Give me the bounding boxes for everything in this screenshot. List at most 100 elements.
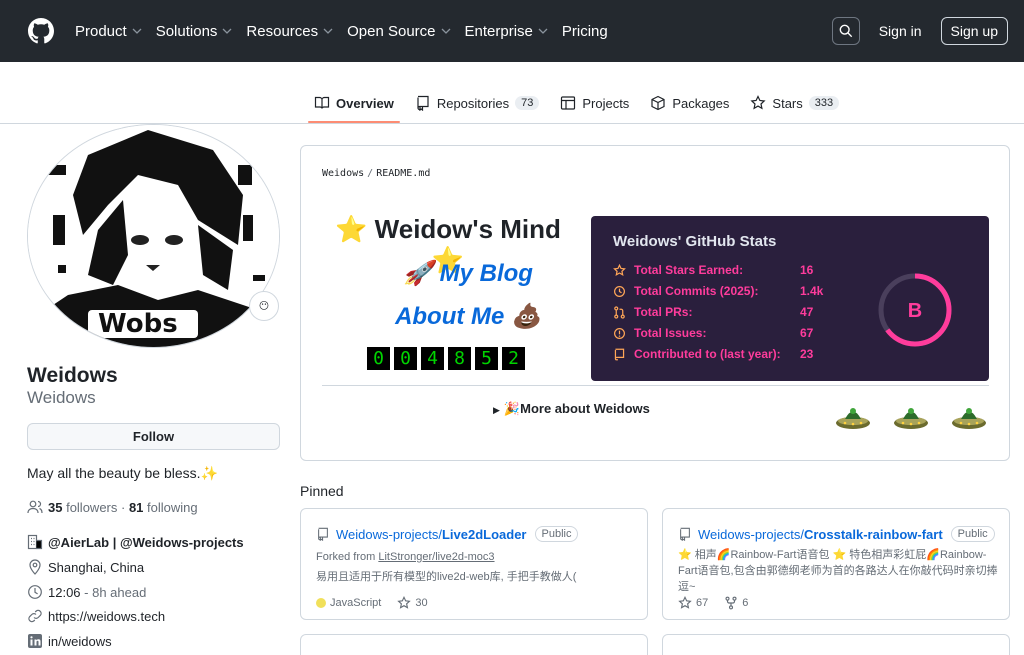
repo-name-link[interactable]: Crosstalk-rainbow-fart [804, 527, 943, 542]
tab-packages[interactable]: Packages [650, 89, 729, 117]
rank-letter: B [908, 300, 922, 322]
tab-repositories[interactable]: Repositories 73 [415, 89, 540, 117]
chevron-down-icon [538, 28, 548, 34]
nav-open-source[interactable]: Open Source [347, 23, 450, 40]
repo-icon [680, 527, 690, 541]
sign-in-link[interactable]: Sign in [879, 23, 922, 39]
history-icon [614, 285, 625, 297]
repo-description: 易用且适用于所有模型的live2d-web库, 手把手教做人( [316, 571, 577, 583]
linkedin-row: in/weidows [27, 633, 112, 649]
stars-count: 67 [696, 597, 709, 609]
readme-owner[interactable]: Weidows [322, 168, 364, 179]
stat-value: 47 [800, 305, 814, 319]
nav-solutions[interactable]: Solutions [156, 23, 233, 40]
readme-breadcrumb: Weidows / README.md [322, 168, 430, 179]
repo-stars[interactable]: 30 [397, 596, 428, 610]
location-icon [29, 559, 41, 575]
tab-label: Overview [336, 95, 394, 111]
profile-tabs-bar: Overview Repositories 73 Projects Packag… [0, 62, 1024, 124]
followers-count[interactable]: 35 [48, 500, 62, 515]
stat-value: 23 [800, 347, 814, 361]
ufo-decorations [834, 402, 988, 432]
linkedin-link[interactable]: in/weidows [48, 634, 112, 649]
visibility-badge: Public [950, 526, 995, 542]
profile-readme: Weidows / README.md ⭐ Weidow's Mind ⭐ 🚀 My… [300, 145, 1010, 461]
follow-button[interactable]: Follow [27, 423, 280, 450]
followers-label[interactable]: followers · [62, 500, 128, 515]
pinned-repo-card: Weidows-projects/Crosstalk-rainbow-fart … [662, 508, 1010, 620]
stat-value: 67 [800, 326, 814, 340]
location-text: Shanghai, China [48, 559, 145, 575]
stars-count: 333 [808, 96, 840, 110]
followers-row: 35 followers · 81 following [27, 499, 198, 515]
tab-projects[interactable]: Projects [560, 89, 629, 117]
issue-icon [614, 327, 625, 339]
table-icon [561, 96, 576, 110]
breadcrumb-separator: / [367, 168, 374, 179]
stats-title: Weidows' GitHub Stats [613, 233, 777, 250]
fork-icon [725, 596, 737, 610]
repositories-count: 73 [515, 96, 540, 110]
search-button[interactable] [831, 17, 860, 45]
book-icon [314, 96, 330, 109]
main-nav: Product Solutions Resources Open Source … [75, 23, 622, 40]
status-emoji-button[interactable]: 😶 [249, 291, 279, 321]
details-summary: 🎉More about Weidows [503, 401, 650, 416]
github-stats-card[interactable]: Weidows' GitHub Stats Total Stars Earned… [591, 216, 989, 381]
repo-icon [417, 95, 429, 111]
profile-name: Weidows [27, 364, 118, 387]
disclosure-triangle-icon: ▶ [493, 405, 500, 415]
repo-stars[interactable]: 67 [678, 596, 708, 610]
visit-counter: 0 0 4 8 5 2 [367, 347, 525, 370]
repo-language: JavaScript [316, 597, 381, 609]
star-icon [678, 596, 692, 609]
counter-digit: 0 [394, 347, 417, 370]
organization-icon [27, 534, 43, 550]
clock-icon [28, 585, 42, 599]
profile-login: Weidows [27, 388, 96, 407]
blog-link[interactable]: 🚀 My Blog [323, 259, 613, 288]
pull-request-icon [614, 305, 625, 319]
nav-product[interactable]: Product [75, 23, 142, 40]
stat-label: Contributed to (last year): [634, 347, 781, 361]
website-link[interactable]: https://weidows.tech [48, 609, 165, 624]
stat-row-stars: Total Stars Earned: 16 [613, 263, 813, 277]
avatar[interactable]: Wobs [27, 124, 280, 348]
about-me-link[interactable]: About Me 💩 [323, 302, 613, 331]
repo-owner-link[interactable]: Weidows-projects/ [336, 527, 442, 542]
tab-stars[interactable]: Stars 333 [750, 89, 840, 117]
nav-enterprise[interactable]: Enterprise [465, 23, 548, 40]
repo-name-link[interactable]: Live2dLoader [442, 527, 527, 542]
pinned-repo-header: Weidows-projects/Live2dLoader Public [316, 526, 579, 542]
repo-forks[interactable]: 6 [724, 596, 748, 610]
following-count[interactable]: 81 [129, 500, 143, 515]
forks-count: 6 [742, 597, 749, 609]
forked-from: Forked from LitStronger/live2d-moc3 [316, 551, 495, 563]
stars-count: 30 [415, 597, 428, 609]
nav-resources[interactable]: Resources [246, 23, 333, 40]
counter-digit: 4 [421, 347, 444, 370]
fork-source-link[interactable]: LitStronger/live2d-moc3 [378, 551, 494, 563]
chevron-down-icon [441, 28, 450, 34]
sign-up-button[interactable]: Sign up [940, 17, 1008, 45]
repo-owner-link[interactable]: Weidows-projects/ [698, 527, 804, 542]
github-logo-icon[interactable] [28, 18, 54, 44]
repo-description: ⭐ 相声🌈Rainbow-Fart语音包 ⭐ 特色相声彩虹屁🌈Rainbow-F… [678, 549, 998, 593]
following-label[interactable]: following [143, 500, 198, 515]
more-about-details[interactable]: ▶ 🎉More about Weidows [493, 401, 650, 417]
repo-meta: 67 6 [678, 596, 764, 610]
organizations[interactable]: @AierLab | @Weidows-projects [48, 535, 244, 550]
chevron-down-icon [222, 28, 232, 34]
stat-label: Total Commits (2025): [634, 284, 759, 298]
header-actions: Sign in Sign up [831, 17, 1008, 45]
website-row: https://weidows.tech [27, 608, 165, 624]
linkedin-icon [28, 634, 42, 648]
nav-pricing[interactable]: Pricing [562, 23, 608, 40]
nav-label: Open Source [347, 22, 436, 40]
tab-label: Packages [672, 95, 730, 111]
local-time: 12:06 [48, 584, 81, 600]
organization-row: @AierLab | @Weidows-projects [27, 534, 244, 550]
svg-text:Wobs: Wobs [98, 309, 178, 339]
tab-overview[interactable]: Overview [308, 89, 400, 123]
tab-label: Projects [582, 95, 630, 111]
